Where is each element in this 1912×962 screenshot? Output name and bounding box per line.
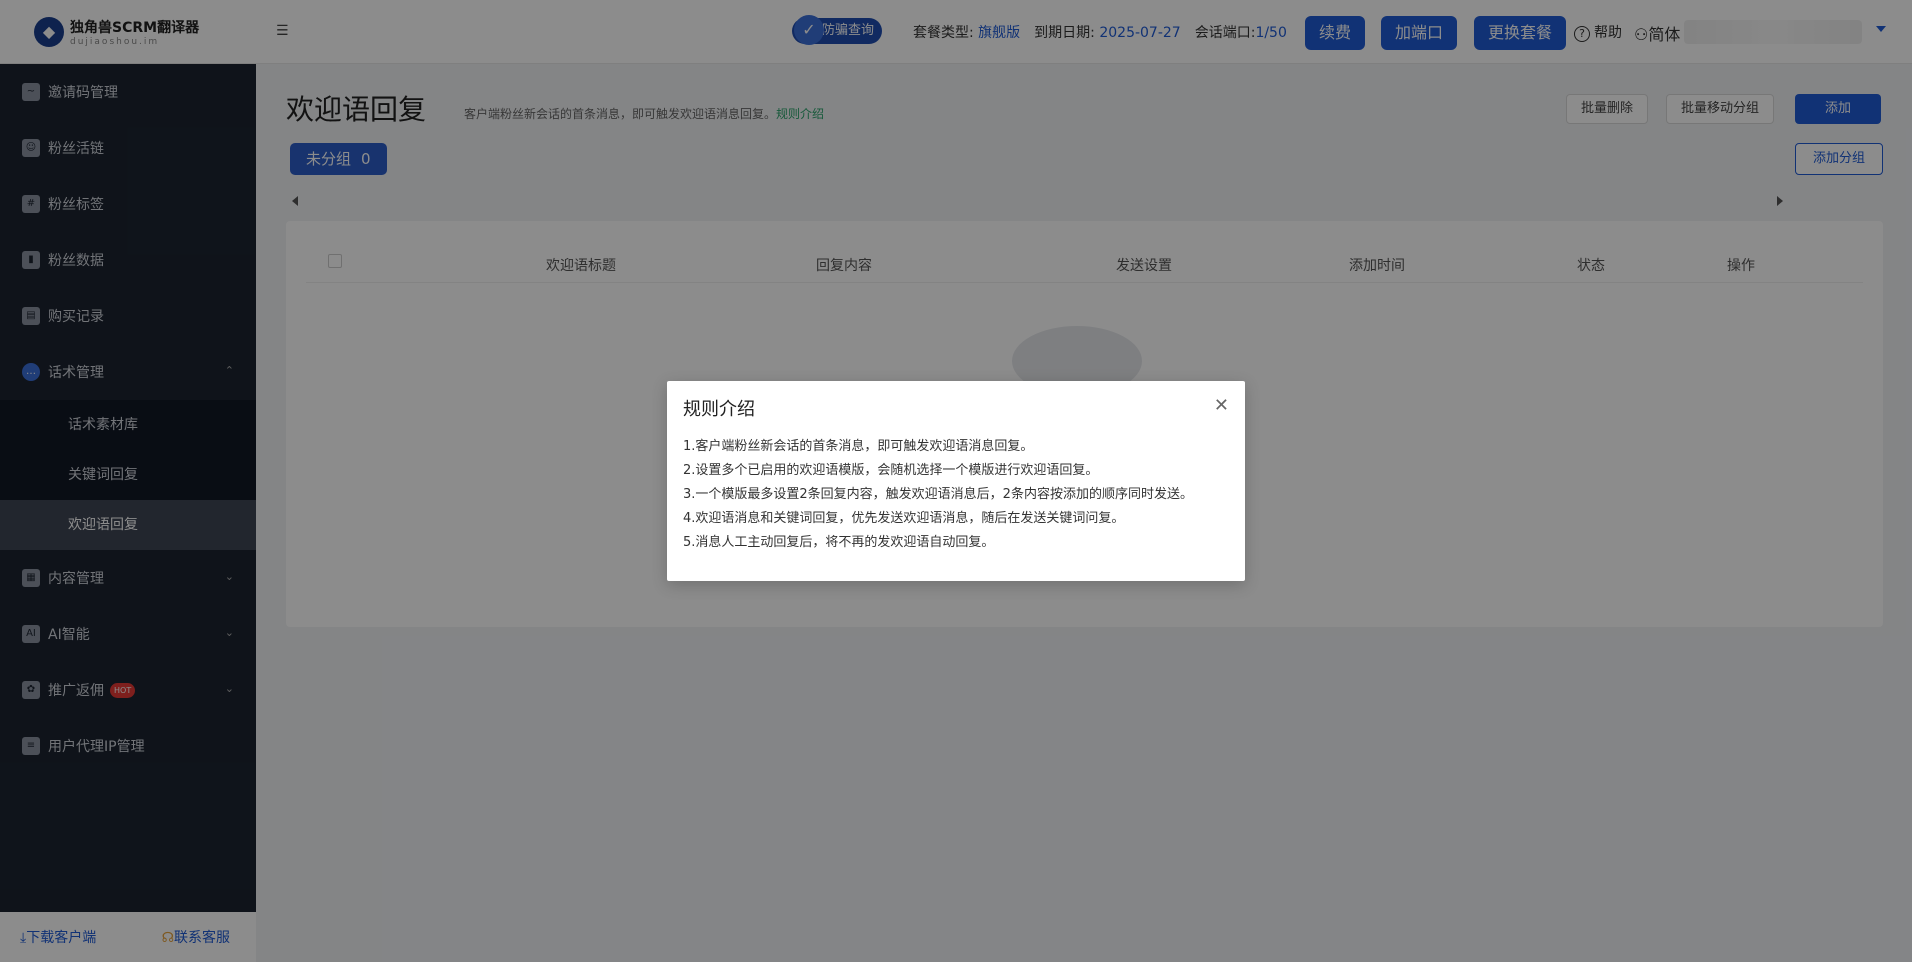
dialog-title: 规则介绍 bbox=[683, 399, 755, 420]
close-icon[interactable]: ✕ bbox=[1214, 395, 1229, 416]
rule-line: 4.欢迎语消息和关键词回复，优先发送欢迎语消息，随后在发送关键词问复。 bbox=[683, 511, 1125, 526]
rule-line: 1.客户端粉丝新会话的首条消息，即可触发欢迎语消息回复。 bbox=[683, 439, 1034, 454]
rule-line: 3.一个模版最多设置2条回复内容，触发欢迎语消息后，2条内容按添加的顺序同时发送… bbox=[683, 487, 1193, 502]
rule-line: 2.设置多个已启用的欢迎语模版，会随机选择一个模版进行欢迎语回复。 bbox=[683, 463, 1099, 478]
rule-line: 5.消息人工主动回复后，将不再的发欢迎语自动回复。 bbox=[683, 535, 995, 550]
dialog-body: 1.客户端粉丝新会话的首条消息，即可触发欢迎语消息回复。 2.设置多个已启用的欢… bbox=[683, 435, 1193, 555]
rules-dialog: 规则介绍 ✕ 1.客户端粉丝新会话的首条消息，即可触发欢迎语消息回复。 2.设置… bbox=[667, 381, 1245, 581]
